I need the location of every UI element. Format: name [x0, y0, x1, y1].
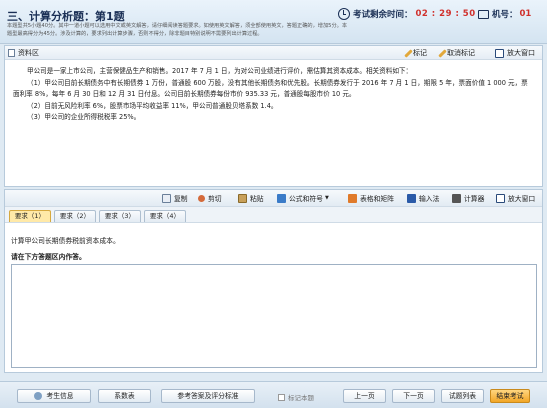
copy-icon: [162, 193, 171, 203]
paste-button[interactable]: 粘贴: [238, 193, 264, 203]
finish-exam-button[interactable]: 结束考试: [490, 389, 530, 403]
table-label: 表格和矩阵: [360, 195, 394, 203]
remaining-time: 考试剩余时间： 02 : 29 : 50: [338, 8, 476, 20]
document-icon: [8, 49, 15, 57]
question-list-button[interactable]: 试题列表: [441, 389, 484, 403]
enlarge-material-button[interactable]: 放大窗口: [495, 48, 535, 58]
clock-icon: [338, 8, 350, 20]
candidate-info-label: 考生信息: [46, 392, 74, 400]
enlarge-icon: [495, 48, 504, 58]
unmark-button-label: 取消标记: [447, 49, 475, 57]
mark-button[interactable]: 标记: [404, 48, 427, 58]
eraser-icon: [438, 48, 447, 58]
formula-button[interactable]: 公式和符号 ▼: [277, 193, 329, 203]
formula-label: 公式和符号: [289, 195, 323, 203]
checkbox-icon: [278, 393, 285, 401]
material-content: 甲公司是一家上市公司，主营保健品生产和销售。2017 年 7 月 1 日，为对公…: [5, 60, 542, 124]
next-page-button[interactable]: 下一页: [392, 389, 435, 403]
footer-bar: 考生信息 系数表 参考答案及评分标准 标记本题 上一页 下一页 试题列表 结束考…: [0, 381, 547, 408]
section-instructions: 本题型共5小题40分。其中一道小题可以选用中文或英文解答，请仔细阅读答题要求。如…: [7, 23, 348, 37]
page-title: 三、计算分析题：第1题: [7, 10, 125, 23]
enlarge-icon: [496, 193, 505, 203]
copy-label: 复制: [174, 195, 188, 203]
tab-requirement-1[interactable]: 要求（1）: [9, 210, 51, 222]
calculator-icon: [452, 193, 461, 203]
enlarge-material-label: 放大窗口: [507, 49, 535, 57]
material-label: 资料区: [8, 48, 39, 58]
material-paragraph: （2）目前无风险利率 6%，股票市场平均收益率 11%，甲公司普通股贝塔系数 1…: [27, 101, 278, 110]
tab-requirement-4[interactable]: 要求（4）: [144, 210, 186, 222]
chevron-down-icon: ▼: [324, 195, 329, 201]
material-label-text: 资料区: [18, 49, 39, 57]
cut-button[interactable]: 剪切: [198, 193, 222, 203]
monitor-icon: [478, 9, 489, 19]
cut-label: 剪切: [208, 195, 222, 203]
material-paragraph: （3）甲公司的企业所得税税率 25%。: [27, 113, 141, 121]
table-button[interactable]: 表格和矩阵: [348, 193, 394, 203]
user-icon: [34, 392, 43, 400]
requirement-text: 计算甲公司长期债券税前资本成本。: [11, 237, 120, 245]
enlarge-answer-button[interactable]: 放大窗口: [496, 193, 535, 203]
ime-button[interactable]: 输入法: [407, 193, 439, 203]
material-panel: 资料区 标记 取消标记 放大窗口 甲公司是一家上市公司，主营保健品生产和销售。2…: [4, 45, 543, 187]
ime-label: 输入法: [419, 195, 440, 203]
paste-label: 粘贴: [250, 195, 264, 203]
exam-header: 三、计算分析题：第1题 本题型共5小题40分。其中一道小题可以选用中文或英文解答…: [0, 0, 547, 44]
formula-icon: [277, 193, 286, 203]
seat-label: 机号：: [492, 10, 518, 20]
answer-input[interactable]: [11, 264, 537, 368]
reference-answer-button[interactable]: 参考答案及评分标准: [161, 389, 255, 403]
mark-question-checkbox[interactable]: 标记本题: [278, 392, 314, 402]
seat-number: 机号： 01: [478, 8, 531, 20]
timer-value: 02 : 29 : 50: [415, 9, 476, 19]
enlarge-answer-label: 放大窗口: [508, 195, 536, 203]
table-icon: [348, 193, 357, 203]
calculator-button[interactable]: 计算器: [452, 193, 484, 203]
material-paragraph: （1）甲公司目前长期债务中有长期债券 1 万份，普通股 600 万股，没有其他长…: [13, 78, 528, 99]
editor-toolbar: 复制 剪切 粘贴 公式和符号 ▼ 表格和矩阵 输入法 计算器 放大窗口: [5, 190, 542, 207]
seat-value: 01: [519, 9, 532, 19]
requirement-tabs: 要求（1） 要求（2） 要求（3） 要求（4）: [5, 207, 542, 223]
unmark-button[interactable]: 取消标记: [438, 48, 475, 58]
keyboard-icon: [407, 193, 416, 203]
material-paragraph: 甲公司是一家上市公司，主营保健品生产和销售。2017 年 7 月 1 日，为对公…: [27, 67, 413, 75]
mark-question-label: 标记本题: [288, 394, 314, 402]
candidate-info-button[interactable]: 考生信息: [17, 389, 91, 403]
tab-requirement-3[interactable]: 要求（3）: [99, 210, 141, 222]
pen-icon: [404, 48, 413, 58]
answer-hint: 请在下方答题区内作答。: [11, 253, 86, 261]
coefficient-table-button[interactable]: 系数表: [98, 389, 151, 403]
answer-panel: 复制 剪切 粘贴 公式和符号 ▼ 表格和矩阵 输入法 计算器 放大窗口 要求（1…: [4, 189, 543, 373]
paste-icon: [238, 193, 247, 203]
tab-requirement-2[interactable]: 要求（2）: [54, 210, 96, 222]
prev-page-button[interactable]: 上一页: [343, 389, 386, 403]
calculator-label: 计算器: [464, 195, 485, 203]
timer-label: 考试剩余时间：: [353, 10, 413, 20]
mark-button-label: 标记: [413, 49, 427, 57]
scissors-icon: [198, 194, 205, 202]
material-toolbar: 资料区 标记 取消标记 放大窗口: [5, 46, 542, 60]
copy-button[interactable]: 复制: [162, 193, 188, 203]
